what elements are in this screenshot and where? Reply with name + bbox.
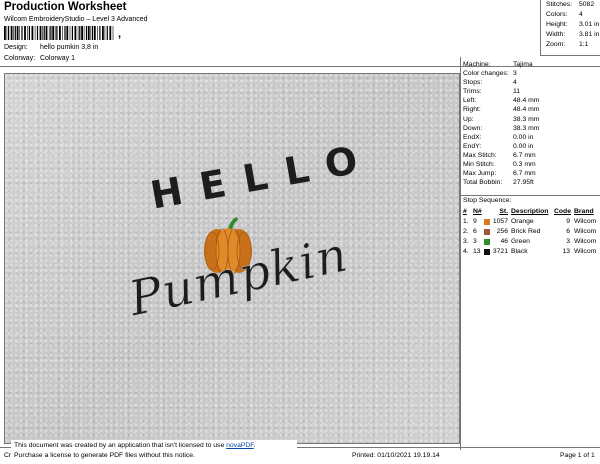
barcode [4, 26, 114, 40]
printed-timestamp: Printed: 01/10/2021 19.19.14 [352, 452, 440, 459]
detail-row: Max Jump: 6.7 mm [463, 170, 536, 178]
page-number: Page 1 of 1 [560, 452, 595, 459]
table-row: 4. 13 3721 Black 13 Wilcom [463, 248, 597, 255]
detail-row: Max Stitch: 6.7 mm [463, 151, 536, 159]
design-label: Design: [4, 44, 28, 51]
detail-row: Trims: 11 [463, 88, 521, 96]
detail-row: Up: 38.3 mm [463, 115, 540, 123]
summary-box: Stitches: 5082 Colors: 4 Height: 3.01 in Wi… [540, 0, 600, 56]
table-header: # N# St. Description Code Brand [463, 208, 594, 215]
table-row: 2. 6 256 Brick Red 6 Wilcom [463, 228, 597, 235]
color-swatch [484, 229, 490, 235]
design-value: hello pumkin 3,8 in [39, 44, 99, 51]
detail-row: Min Stitch: 0.3 mm [463, 161, 536, 169]
summary-row: Height: 3.01 in [546, 21, 600, 28]
stop-sequence-title: Stop Sequence: [463, 197, 512, 204]
detail-row: Machine: Tajima [463, 61, 533, 68]
barcode-suffix: , [118, 28, 122, 40]
stop-sequence-table: # N# St. Description Code Brand 1. 9 1057 O… [461, 207, 600, 257]
software-subtitle: Wilcom EmbroideryStudio – Level 3 Advanc… [4, 16, 148, 23]
machine-details-panel: Machine: Tajima Color changes: 3 Stops: 4 Trim… [460, 57, 600, 450]
detail-row: Right: 48.4 mm [463, 106, 540, 114]
divider [461, 195, 600, 196]
design-preview: HELLO Pumpkin [4, 73, 460, 444]
colorway-value: Colorway 1 [39, 55, 75, 62]
details-list: Machine: Tajima Color changes: 3 Stops: 4 Trim… [461, 60, 600, 187]
detail-row: Total Bobbin: 27.95ft [463, 179, 534, 187]
summary-row: Width: 3.81 in [546, 31, 600, 38]
table-body: 1. 9 1057 Orange 9 Wilcom 2. 6 256 Brick Red 6 Wilc… [461, 217, 600, 257]
color-swatch [484, 249, 490, 255]
design-row: Design: hello pumkin 3,8 in [4, 44, 98, 51]
colorway-row: Colorway: Colorway 1 [4, 55, 75, 62]
detail-row: Stops: 4 [463, 79, 517, 87]
table-row: 3. 3 46 Green 3 Wilcom [463, 238, 597, 245]
summary-row: Stitches: 5082 [546, 1, 595, 8]
novapdf-link[interactable]: novaPDF [226, 442, 254, 449]
summary-row: Zoom: 1:1 [546, 41, 589, 48]
color-swatch [484, 219, 490, 225]
detail-row: Down: 38.3 mm [463, 124, 540, 132]
detail-row: EndX: 0.00 in [463, 133, 534, 141]
color-swatch [484, 239, 490, 245]
detail-row: Color changes: 3 [463, 70, 517, 78]
detail-row: EndY: 0.00 in [463, 142, 534, 150]
summary-row: Colors: 4 [546, 11, 583, 18]
table-row: 1. 9 1057 Orange 9 Wilcom [463, 218, 597, 225]
colorway-label: Colorway: [4, 55, 36, 62]
license-notice: This document was created by an applicat… [11, 440, 297, 462]
detail-row: Left: 48.4 mm [463, 97, 540, 105]
page-title: Production Worksheet [4, 1, 127, 13]
